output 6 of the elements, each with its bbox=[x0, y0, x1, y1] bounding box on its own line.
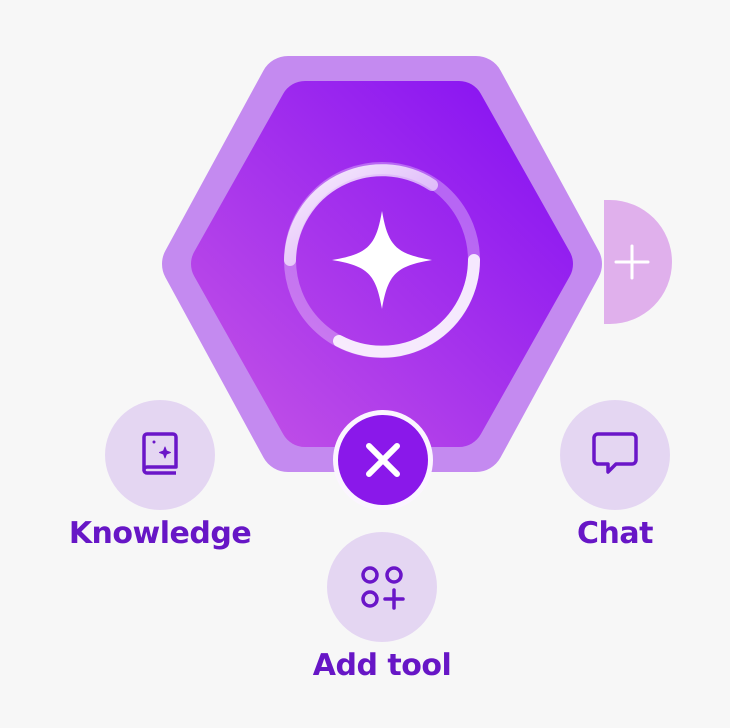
action-label: Knowledge bbox=[68, 516, 252, 551]
apps-add-icon bbox=[359, 564, 405, 610]
action-label: Add tool bbox=[312, 648, 452, 683]
action-label: Chat bbox=[577, 516, 653, 551]
close-icon bbox=[363, 440, 403, 480]
plus-icon bbox=[612, 242, 652, 282]
